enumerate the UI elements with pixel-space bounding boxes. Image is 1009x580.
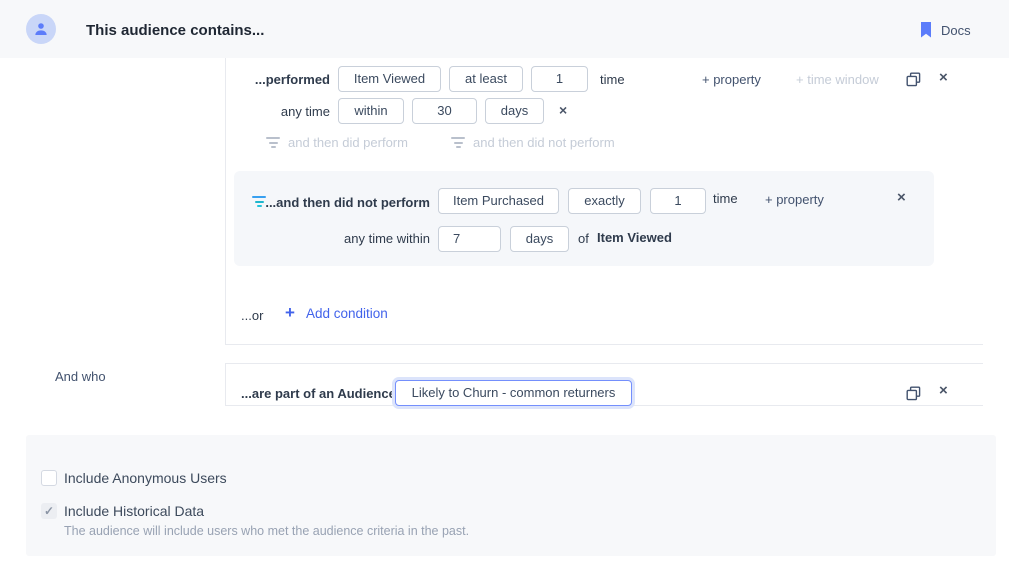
docs-link[interactable]: Docs	[920, 22, 971, 38]
time-label: time	[600, 72, 625, 87]
days-unit-select[interactable]: days	[485, 98, 544, 124]
any-time-within-label: any time within	[344, 231, 430, 246]
did-not-perform-label: ...and then did not perform	[265, 195, 430, 210]
add-condition-button[interactable]: + Add condition	[285, 305, 388, 321]
audience-select[interactable]: Likely to Churn - common returners	[395, 380, 632, 406]
bookmark-icon	[920, 22, 932, 38]
filter-icon	[266, 137, 280, 148]
include-anonymous-checkbox[interactable]	[41, 470, 57, 486]
add-property-button[interactable]: + property	[765, 192, 824, 207]
count-input[interactable]: 1	[531, 66, 588, 92]
and-then-did-not-perform-button[interactable]: and then did not perform	[451, 135, 615, 150]
any-time-label: any time	[281, 104, 330, 119]
add-condition-label: Add condition	[306, 306, 388, 321]
close-audience-condition-button[interactable]: ×	[939, 384, 948, 398]
duplicate-condition-button[interactable]	[906, 72, 921, 92]
include-anonymous-label: Include Anonymous Users	[64, 470, 227, 486]
docs-label: Docs	[941, 23, 971, 38]
close-nested-condition-button[interactable]: ×	[897, 191, 906, 205]
check-icon: ✓	[44, 503, 54, 519]
add-property-button[interactable]: + property	[702, 72, 761, 87]
plus-icon: +	[285, 305, 295, 321]
time-label: time	[713, 191, 738, 206]
and-then-did-perform-button[interactable]: and then did perform	[266, 135, 408, 150]
nested-condition-block	[234, 171, 934, 266]
and-then-did-not-perform-label: and then did not perform	[473, 135, 615, 150]
include-historical-description: The audience will include users who met …	[64, 524, 469, 538]
event-select[interactable]: Item Viewed	[338, 66, 441, 92]
and-who-label: And who	[55, 369, 106, 384]
include-historical-checkbox[interactable]: ✓	[41, 503, 57, 519]
days-unit-select[interactable]: days	[510, 226, 569, 252]
operator-select[interactable]: at least	[449, 66, 523, 92]
of-label: of	[578, 231, 589, 246]
copy-icon	[906, 386, 921, 401]
days-count-input[interactable]: 7	[438, 226, 501, 252]
event-select[interactable]: Item Purchased	[438, 188, 559, 214]
filter-icon	[451, 137, 465, 148]
within-select[interactable]: within	[338, 98, 404, 124]
or-label: ...or	[241, 308, 263, 323]
operator-select[interactable]: exactly	[568, 188, 641, 214]
duplicate-audience-condition-button[interactable]	[906, 386, 921, 406]
days-count-input[interactable]: 30	[412, 98, 477, 124]
include-historical-label: Include Historical Data	[64, 503, 204, 519]
and-then-did-perform-label: and then did perform	[288, 135, 408, 150]
page-title: This audience contains...	[86, 22, 264, 39]
copy-icon	[906, 72, 921, 87]
remove-time-window-button[interactable]: ×	[559, 103, 567, 117]
part-of-audience-label: ...are part of an Audience	[241, 386, 396, 401]
avatar	[26, 14, 56, 44]
close-condition-button[interactable]: ×	[939, 71, 948, 85]
count-input[interactable]: 1	[650, 188, 706, 214]
performed-label: ...performed	[255, 72, 330, 87]
header: This audience contains... Docs	[0, 0, 1009, 58]
of-event-label: Item Viewed	[597, 230, 672, 245]
add-time-window-button[interactable]: + time window	[796, 72, 879, 87]
user-icon	[33, 21, 49, 37]
filter-icon	[252, 196, 266, 207]
